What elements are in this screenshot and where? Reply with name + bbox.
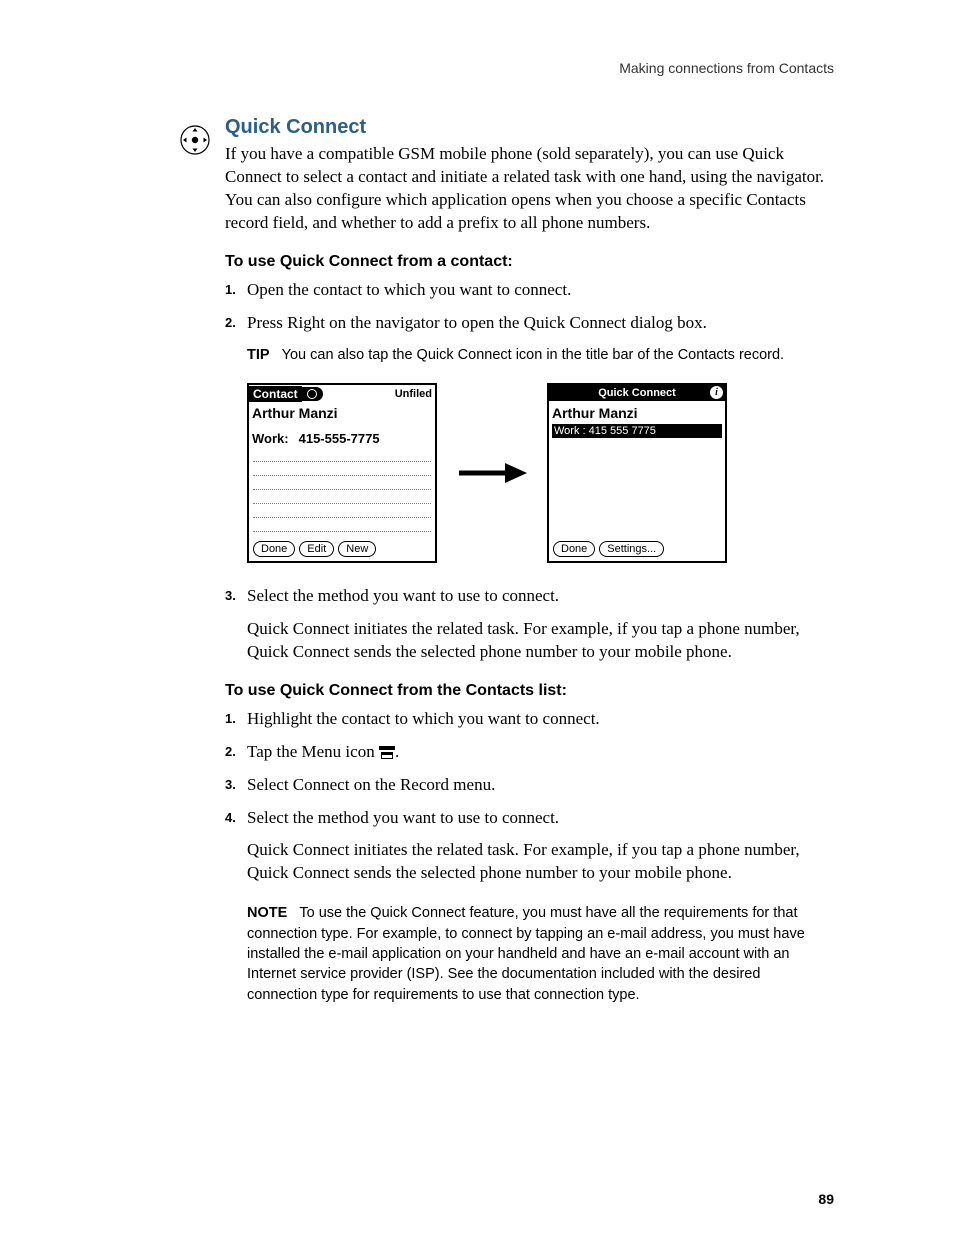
note-text: To use the Quick Connect feature, you mu… <box>247 905 805 1002</box>
navigator-icon <box>179 124 211 156</box>
procedure-heading: To use Quick Connect from a contact: <box>225 253 834 271</box>
app-title: Contact <box>249 386 302 402</box>
arrow-right-icon <box>457 461 527 485</box>
section-heading: Quick Connect <box>225 116 834 139</box>
tip-text: You can also tap the Quick Connect icon … <box>282 347 784 363</box>
menu-icon <box>379 746 395 759</box>
step-item: 1.Open the contact to which you want to … <box>225 279 834 302</box>
intro-paragraph: If you have a compatible GSM mobile phon… <box>225 143 834 235</box>
step-body: Quick Connect initiates the related task… <box>247 618 834 664</box>
contact-name: Arthur Manzi <box>549 401 725 421</box>
step-text: Select the method you want to use to con… <box>247 586 559 605</box>
quick-connect-icon <box>301 387 323 401</box>
running-header: Making connections from Contacts <box>175 60 834 76</box>
step-item: 1.Highlight the contact to which you wan… <box>225 708 834 731</box>
step-text: Select the method you want to use to con… <box>247 808 559 827</box>
page-number: 89 <box>818 1191 834 1207</box>
step-body: Quick Connect initiates the related task… <box>247 839 834 885</box>
settings-button[interactable]: Settings... <box>599 541 664 557</box>
field-label: Work: <box>252 431 289 446</box>
done-button[interactable]: Done <box>553 541 595 557</box>
step-text: Tap the Menu icon <box>247 742 379 761</box>
step-text: Open the contact to which you want to co… <box>247 280 571 299</box>
step-item: 3.Select Connect on the Record menu. <box>225 774 834 797</box>
dialog-title: Quick Connect <box>598 387 676 399</box>
step-text: Select Connect on the Record menu. <box>247 775 495 794</box>
contact-screen: Contact Unfiled Arthur Manzi Work: 415-5… <box>247 383 437 563</box>
tip-label: TIP <box>247 347 270 363</box>
done-button[interactable]: Done <box>253 541 295 557</box>
field-value: 415-555-7775 <box>299 431 380 446</box>
step-text: . <box>395 742 399 761</box>
step-item: 3.Select the method you want to use to c… <box>225 585 834 664</box>
procedure-heading: To use Quick Connect from the Contacts l… <box>225 682 834 700</box>
note-label: NOTE <box>247 905 287 921</box>
info-icon[interactable]: i <box>710 386 723 399</box>
category-label: Unfiled <box>395 388 435 400</box>
contact-name: Arthur Manzi <box>249 403 435 421</box>
new-button[interactable]: New <box>338 541 376 557</box>
note-callout: NOTE To use the Quick Connect feature, y… <box>247 903 834 1004</box>
selected-method[interactable]: Work : 415 555 7775 <box>552 424 722 438</box>
step-item: 2.Press Right on the navigator to open t… <box>225 312 834 335</box>
step-item: 2.Tap the Menu icon . <box>225 741 834 764</box>
step-item: 4.Select the method you want to use to c… <box>225 807 834 886</box>
step-text: Highlight the contact to which you want … <box>247 709 600 728</box>
empty-lines <box>249 448 435 532</box>
tip-callout: TIP You can also tap the Quick Connect i… <box>247 345 834 365</box>
edit-button[interactable]: Edit <box>299 541 334 557</box>
step-text: Press Right on the navigator to open the… <box>247 313 707 332</box>
quick-connect-screen: Quick Connect i Arthur Manzi Work : 415 … <box>547 383 727 563</box>
